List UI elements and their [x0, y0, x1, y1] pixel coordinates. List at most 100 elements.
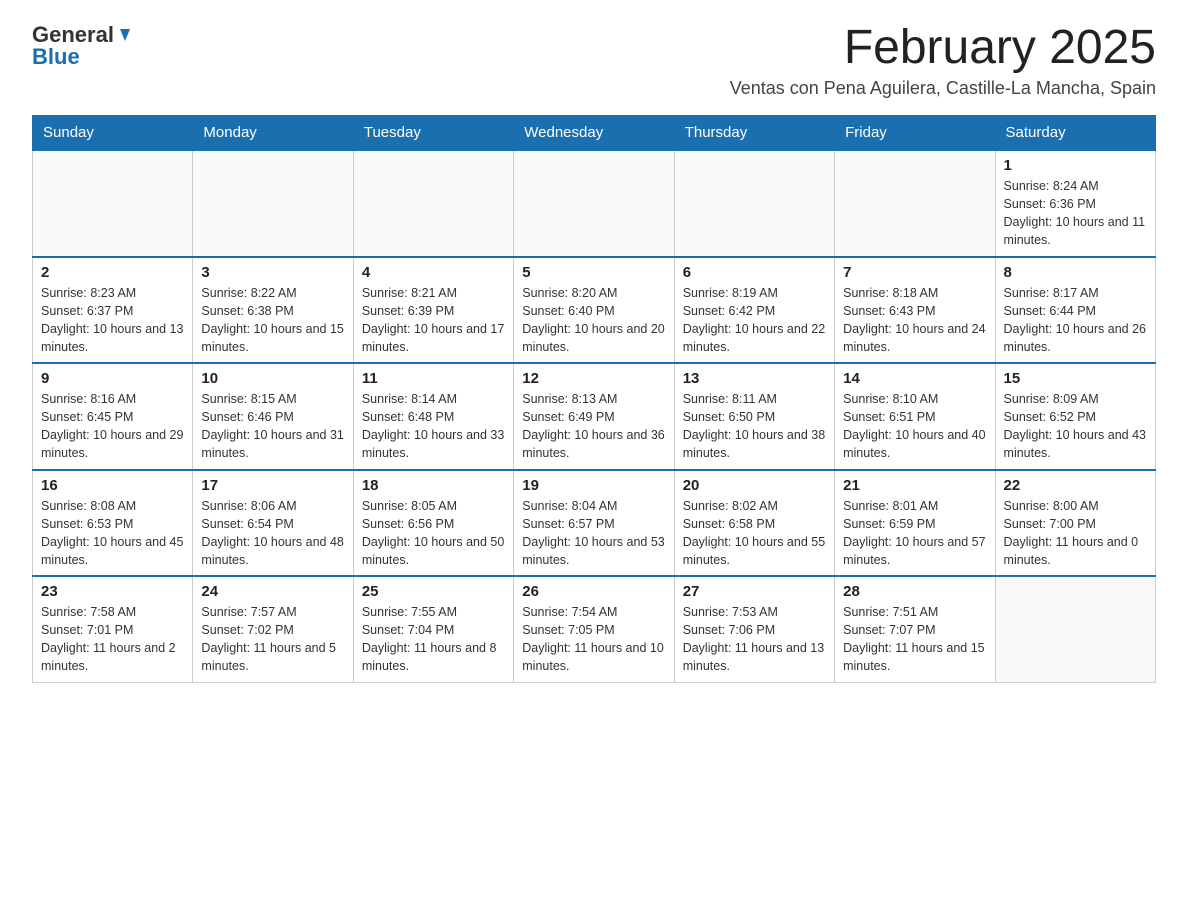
day-info: Sunrise: 8:01 AM Sunset: 6:59 PM Dayligh… — [843, 497, 986, 570]
logo: General Blue — [32, 24, 134, 69]
col-wednesday: Wednesday — [514, 116, 674, 151]
day-number: 24 — [201, 583, 344, 600]
table-row: 6Sunrise: 8:19 AM Sunset: 6:42 PM Daylig… — [674, 257, 834, 364]
day-info: Sunrise: 8:04 AM Sunset: 6:57 PM Dayligh… — [522, 497, 665, 570]
day-number: 8 — [1004, 264, 1147, 281]
table-row — [33, 150, 193, 257]
day-info: Sunrise: 7:51 AM Sunset: 7:07 PM Dayligh… — [843, 603, 986, 676]
day-info: Sunrise: 8:06 AM Sunset: 6:54 PM Dayligh… — [201, 497, 344, 570]
day-info: Sunrise: 8:13 AM Sunset: 6:49 PM Dayligh… — [522, 390, 665, 463]
day-info: Sunrise: 8:23 AM Sunset: 6:37 PM Dayligh… — [41, 284, 184, 357]
table-row: 5 Sunrise: 8:20 AM Sunset: 6:40 PM Daylig… — [514, 257, 674, 364]
day-info: Sunrise: 8:05 AM Sunset: 6:56 PM Dayligh… — [362, 497, 505, 570]
day-info: Sunrise: 8:17 AM Sunset: 6:44 PM Dayligh… — [1004, 284, 1147, 357]
table-row: 25Sunrise: 7:55 AM Sunset: 7:04 PM Dayli… — [353, 576, 513, 682]
day-number: 26 — [522, 583, 665, 600]
table-row: 11 Sunrise: 8:14 AM Sunset: 6:48 PM Dayli… — [353, 363, 513, 470]
day-info: Sunrise: 7:57 AM Sunset: 7:02 PM Dayligh… — [201, 603, 344, 676]
day-number: 1 — [1004, 157, 1147, 174]
table-row: 27 Sunrise: 7:53 AM Sunset: 7:06 PM Dayli… — [674, 576, 834, 682]
table-row — [193, 150, 353, 257]
day-info: Sunrise: 8:15 AM Sunset: 6:46 PM Dayligh… — [201, 390, 344, 463]
table-row: 20 Sunrise: 8:02 AM Sunset: 6:58 PM Dayli… — [674, 470, 834, 577]
table-row: 16Sunrise: 8:08 AM Sunset: 6:53 PM Dayli… — [33, 470, 193, 577]
day-number: 2 — [41, 264, 184, 281]
table-row — [674, 150, 834, 257]
calendar-header-row: Sunday Monday Tuesday Wednesday Thursday… — [33, 116, 1156, 151]
calendar-week-row: 16Sunrise: 8:08 AM Sunset: 6:53 PM Dayli… — [33, 470, 1156, 577]
col-tuesday: Tuesday — [353, 116, 513, 151]
day-number: 3 — [201, 264, 344, 281]
logo-arrow-icon — [116, 27, 134, 45]
calendar-week-row: 9Sunrise: 8:16 AM Sunset: 6:45 PM Daylig… — [33, 363, 1156, 470]
day-info: Sunrise: 8:02 AM Sunset: 6:58 PM Dayligh… — [683, 497, 826, 570]
table-row: 15 Sunrise: 8:09 AM Sunset: 6:52 PM Dayli… — [995, 363, 1155, 470]
day-info: Sunrise: 8:08 AM Sunset: 6:53 PM Dayligh… — [41, 497, 184, 570]
table-row: 8 Sunrise: 8:17 AM Sunset: 6:44 PM Daylig… — [995, 257, 1155, 364]
day-number: 25 — [362, 583, 505, 600]
day-info: Sunrise: 8:18 AM Sunset: 6:43 PM Dayligh… — [843, 284, 986, 357]
table-row — [835, 150, 995, 257]
table-row — [995, 576, 1155, 682]
day-number: 19 — [522, 477, 665, 494]
day-info: Sunrise: 8:10 AM Sunset: 6:51 PM Dayligh… — [843, 390, 986, 463]
day-number: 27 — [683, 583, 826, 600]
day-number: 21 — [843, 477, 986, 494]
day-number: 13 — [683, 370, 826, 387]
col-sunday: Sunday — [33, 116, 193, 151]
day-number: 22 — [1004, 477, 1147, 494]
table-row: 9Sunrise: 8:16 AM Sunset: 6:45 PM Daylig… — [33, 363, 193, 470]
day-info: Sunrise: 8:24 AM Sunset: 6:36 PM Dayligh… — [1004, 177, 1147, 250]
table-row: 4 Sunrise: 8:21 AM Sunset: 6:39 PM Daylig… — [353, 257, 513, 364]
day-info: Sunrise: 8:09 AM Sunset: 6:52 PM Dayligh… — [1004, 390, 1147, 463]
table-row: 14 Sunrise: 8:10 AM Sunset: 6:51 PM Dayli… — [835, 363, 995, 470]
day-number: 11 — [362, 370, 505, 387]
day-info: Sunrise: 8:21 AM Sunset: 6:39 PM Dayligh… — [362, 284, 505, 357]
day-info: Sunrise: 7:58 AM Sunset: 7:01 PM Dayligh… — [41, 603, 184, 676]
table-row: 28 Sunrise: 7:51 AM Sunset: 7:07 PM Dayli… — [835, 576, 995, 682]
col-friday: Friday — [835, 116, 995, 151]
calendar-week-row: 1 Sunrise: 8:24 AM Sunset: 6:36 PM Daylig… — [33, 150, 1156, 257]
month-year-title: February 2025 — [730, 24, 1156, 72]
day-info: Sunrise: 8:19 AM Sunset: 6:42 PM Dayligh… — [683, 284, 826, 357]
day-info: Sunrise: 8:00 AM Sunset: 7:00 PM Dayligh… — [1004, 497, 1147, 570]
table-row: 19 Sunrise: 8:04 AM Sunset: 6:57 PM Dayli… — [514, 470, 674, 577]
calendar-week-row: 2 Sunrise: 8:23 AM Sunset: 6:37 PM Daylig… — [33, 257, 1156, 364]
table-row: 10 Sunrise: 8:15 AM Sunset: 6:46 PM Dayli… — [193, 363, 353, 470]
table-row: 17Sunrise: 8:06 AM Sunset: 6:54 PM Dayli… — [193, 470, 353, 577]
day-number: 28 — [843, 583, 986, 600]
calendar-table: Sunday Monday Tuesday Wednesday Thursday… — [32, 115, 1156, 683]
table-row: 22 Sunrise: 8:00 AM Sunset: 7:00 PM Dayli… — [995, 470, 1155, 577]
logo-blue-text: Blue — [32, 44, 80, 69]
day-number: 23 — [41, 583, 184, 600]
day-info: Sunrise: 8:20 AM Sunset: 6:40 PM Dayligh… — [522, 284, 665, 357]
table-row: 21 Sunrise: 8:01 AM Sunset: 6:59 PM Dayli… — [835, 470, 995, 577]
location-subtitle: Ventas con Pena Aguilera, Castille-La Ma… — [730, 78, 1156, 99]
day-number: 7 — [843, 264, 986, 281]
day-number: 18 — [362, 477, 505, 494]
col-saturday: Saturday — [995, 116, 1155, 151]
table-row: 18 Sunrise: 8:05 AM Sunset: 6:56 PM Dayli… — [353, 470, 513, 577]
day-info: Sunrise: 7:53 AM Sunset: 7:06 PM Dayligh… — [683, 603, 826, 676]
col-thursday: Thursday — [674, 116, 834, 151]
day-number: 14 — [843, 370, 986, 387]
day-number: 15 — [1004, 370, 1147, 387]
day-number: 20 — [683, 477, 826, 494]
col-monday: Monday — [193, 116, 353, 151]
day-info: Sunrise: 8:14 AM Sunset: 6:48 PM Dayligh… — [362, 390, 505, 463]
day-number: 10 — [201, 370, 344, 387]
day-info: Sunrise: 8:16 AM Sunset: 6:45 PM Dayligh… — [41, 390, 184, 463]
table-row: 13 Sunrise: 8:11 AM Sunset: 6:50 PM Dayli… — [674, 363, 834, 470]
day-info: Sunrise: 7:54 AM Sunset: 7:05 PM Dayligh… — [522, 603, 665, 676]
table-row: 1 Sunrise: 8:24 AM Sunset: 6:36 PM Daylig… — [995, 150, 1155, 257]
calendar-week-row: 23 Sunrise: 7:58 AM Sunset: 7:01 PM Dayli… — [33, 576, 1156, 682]
table-row: 23 Sunrise: 7:58 AM Sunset: 7:01 PM Dayli… — [33, 576, 193, 682]
day-number: 5 — [522, 264, 665, 281]
day-number: 4 — [362, 264, 505, 281]
table-row: 7 Sunrise: 8:18 AM Sunset: 6:43 PM Daylig… — [835, 257, 995, 364]
page-header: General Blue February 2025 Ventas con Pe… — [32, 24, 1156, 99]
day-info: Sunrise: 8:11 AM Sunset: 6:50 PM Dayligh… — [683, 390, 826, 463]
table-row — [514, 150, 674, 257]
table-row: 3Sunrise: 8:22 AM Sunset: 6:38 PM Daylig… — [193, 257, 353, 364]
table-row — [353, 150, 513, 257]
